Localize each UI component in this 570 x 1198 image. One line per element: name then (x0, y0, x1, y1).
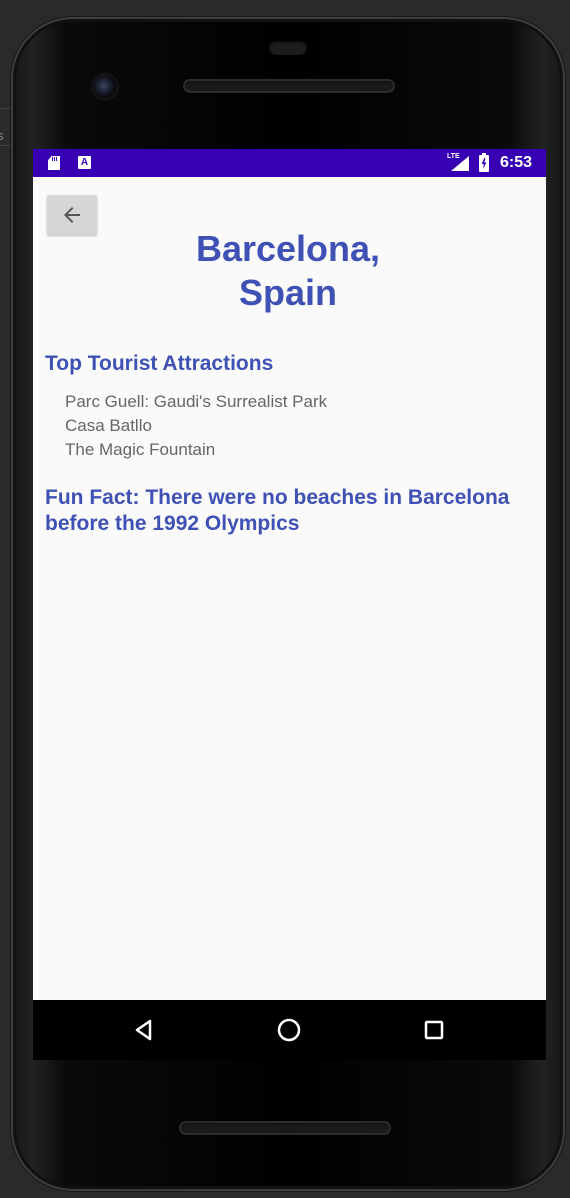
home-circle-icon (277, 1018, 301, 1042)
attraction-item: The Magic Fountain (65, 440, 216, 459)
nav-recents-button[interactable] (419, 1015, 449, 1045)
emulator-stage: s A LTE 6:53 Barcelona, Spain Top Touris… (0, 0, 570, 1198)
attraction-item: Casa Batllo (65, 416, 152, 435)
a-icon: A (78, 156, 91, 169)
battery-charging-icon (479, 153, 489, 172)
host-text-fragment: s (0, 128, 4, 143)
attraction-item: Parc Guell: Gaudi's Surrealist Park (65, 392, 328, 411)
status-time: 6:53 (500, 154, 533, 171)
sd-card-icon (48, 156, 60, 170)
back-triangle-icon (135, 1019, 152, 1041)
top-sensor (269, 41, 307, 55)
earpiece-speaker (183, 79, 395, 93)
camera-icon (93, 75, 117, 99)
attractions-heading: Top Tourist Attractions (45, 352, 274, 375)
recents-square-icon (424, 1020, 444, 1040)
page-title: Barcelona, Spain (195, 228, 381, 313)
attractions-list: Parc Guell: Gaudi's Surrealist Park Casa… (65, 390, 327, 462)
arrow-left-icon (64, 207, 80, 223)
back-button[interactable] (47, 195, 97, 235)
charging-bolt-icon (481, 158, 487, 169)
nav-home-button[interactable] (274, 1015, 304, 1045)
lte-label: LTE (447, 153, 460, 160)
nav-back-button[interactable] (129, 1015, 159, 1045)
fun-fact: Fun Fact: There were no beaches in Barce… (45, 486, 510, 535)
status-bar: A LTE 6:53 (33, 149, 546, 177)
phone-screen: A LTE 6:53 Barcelona, Spain Top Tourist … (33, 149, 546, 1000)
navigation-bar (33, 1000, 546, 1060)
bottom-speaker (179, 1121, 391, 1135)
